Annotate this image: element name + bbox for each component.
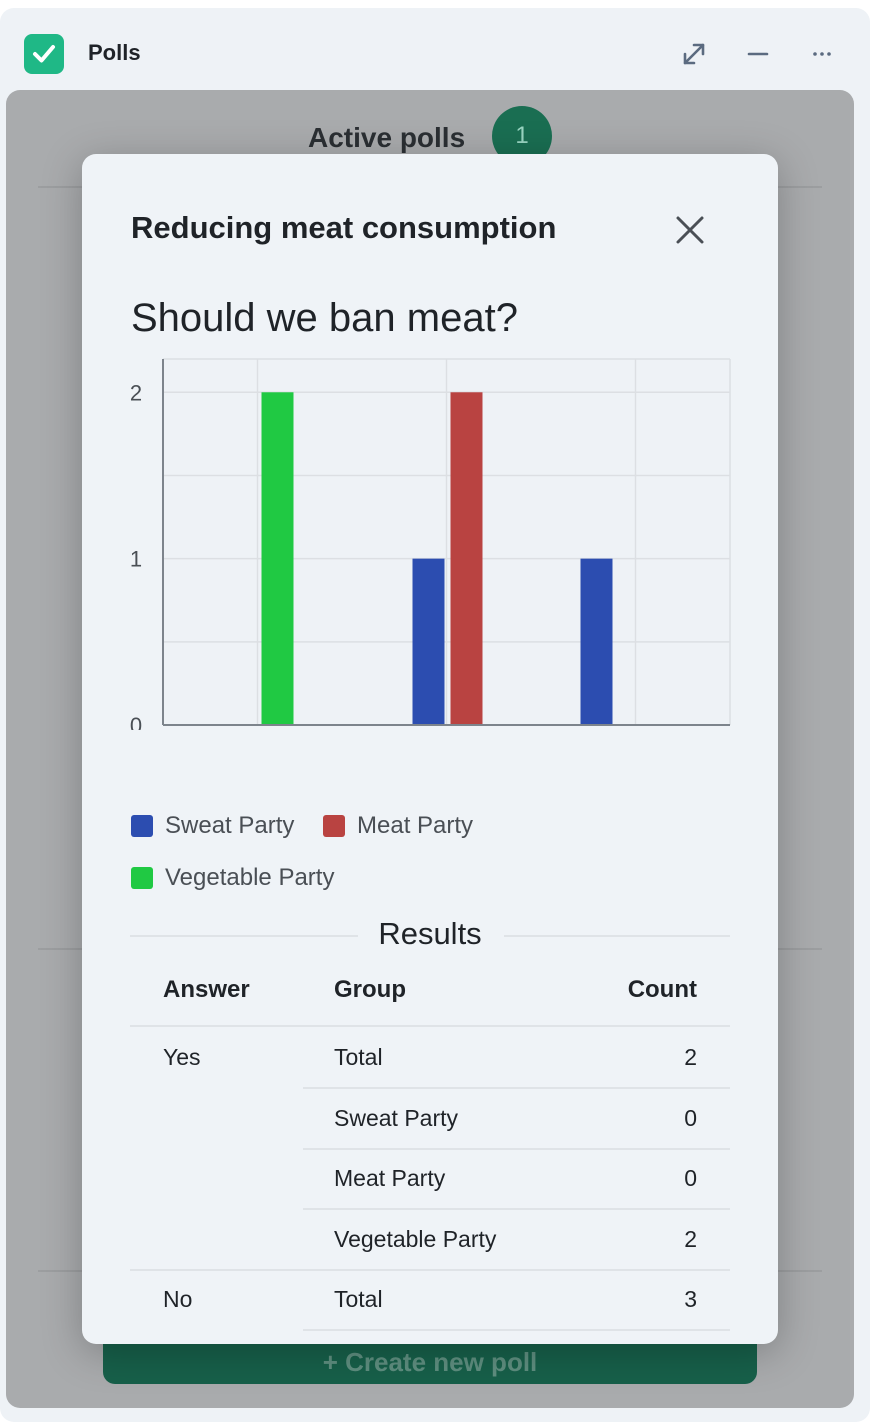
legend-label: Meat Party xyxy=(357,812,474,839)
column-header-group: Group xyxy=(334,976,406,1003)
column-header-count: Count xyxy=(627,976,697,1003)
poll-question: Should we ban meat? xyxy=(131,296,518,340)
answer-cell: Yes xyxy=(163,1044,201,1070)
minimize-button[interactable] xyxy=(740,36,776,72)
group-cell: Total xyxy=(334,1286,383,1312)
row-divider xyxy=(303,1329,730,1331)
count-cell: 2 xyxy=(684,1225,697,1252)
group-cell: Sweat Party xyxy=(334,1104,458,1131)
legend-item-sweat-party[interactable]: Sweat Party xyxy=(131,812,294,840)
checkmark-icon xyxy=(24,34,64,74)
expand-icon xyxy=(683,43,705,65)
modal-title: Reducing meat consumption xyxy=(131,210,557,245)
row-divider xyxy=(303,1147,730,1150)
legend-label: Sweat Party xyxy=(165,812,295,839)
column-header-answer: Answer xyxy=(163,976,250,1003)
more-options-button[interactable] xyxy=(804,36,840,72)
legend-label: Vegetable Party xyxy=(165,864,335,891)
more-icon xyxy=(813,52,831,56)
legend-swatch xyxy=(131,815,153,837)
count-cell: 0 xyxy=(684,1165,697,1191)
app-title: Polls xyxy=(88,40,141,65)
bar-meat-party-no xyxy=(450,392,483,725)
active-polls-heading: Active polls xyxy=(308,122,466,153)
row-divider xyxy=(303,1208,730,1210)
group-cell: Total xyxy=(334,1044,383,1070)
bar-sweat-party-no xyxy=(412,558,445,725)
y-tick-label: 2 xyxy=(130,380,142,405)
results-bar-chart: 012YesNoAbstain xyxy=(130,358,731,730)
count-cell: 0 xyxy=(684,1104,697,1131)
legend-item-meat-party[interactable]: Meat Party xyxy=(323,812,473,840)
legend-swatch xyxy=(323,815,345,837)
count-cell: 2 xyxy=(684,1044,697,1070)
legend-swatch xyxy=(131,867,153,889)
row-divider xyxy=(303,1087,730,1089)
results-title: Results xyxy=(378,916,482,951)
results-header: Results xyxy=(130,916,730,956)
group-cell: Vegetable Party xyxy=(334,1225,497,1252)
row-divider xyxy=(130,1268,730,1271)
poll-results-modal: Reducing meat consumption Should we ban … xyxy=(82,154,778,1344)
minimize-icon xyxy=(747,52,769,56)
bar-sweat-party-abstain xyxy=(580,558,613,725)
title-bar: Polls xyxy=(0,8,870,90)
count-cell: 3 xyxy=(684,1286,697,1312)
expand-button[interactable] xyxy=(676,36,712,72)
y-tick-label: 0 xyxy=(130,713,142,730)
group-cell: Meat Party xyxy=(334,1165,446,1191)
y-tick-label: 1 xyxy=(130,547,142,572)
close-icon xyxy=(676,216,704,244)
close-button[interactable] xyxy=(670,210,710,250)
answer-cell: No xyxy=(163,1286,193,1312)
divider xyxy=(130,1025,730,1027)
legend-item-vegetable-party[interactable]: Vegetable Party xyxy=(131,864,334,892)
bar-vegetable-party-yes xyxy=(261,392,294,725)
